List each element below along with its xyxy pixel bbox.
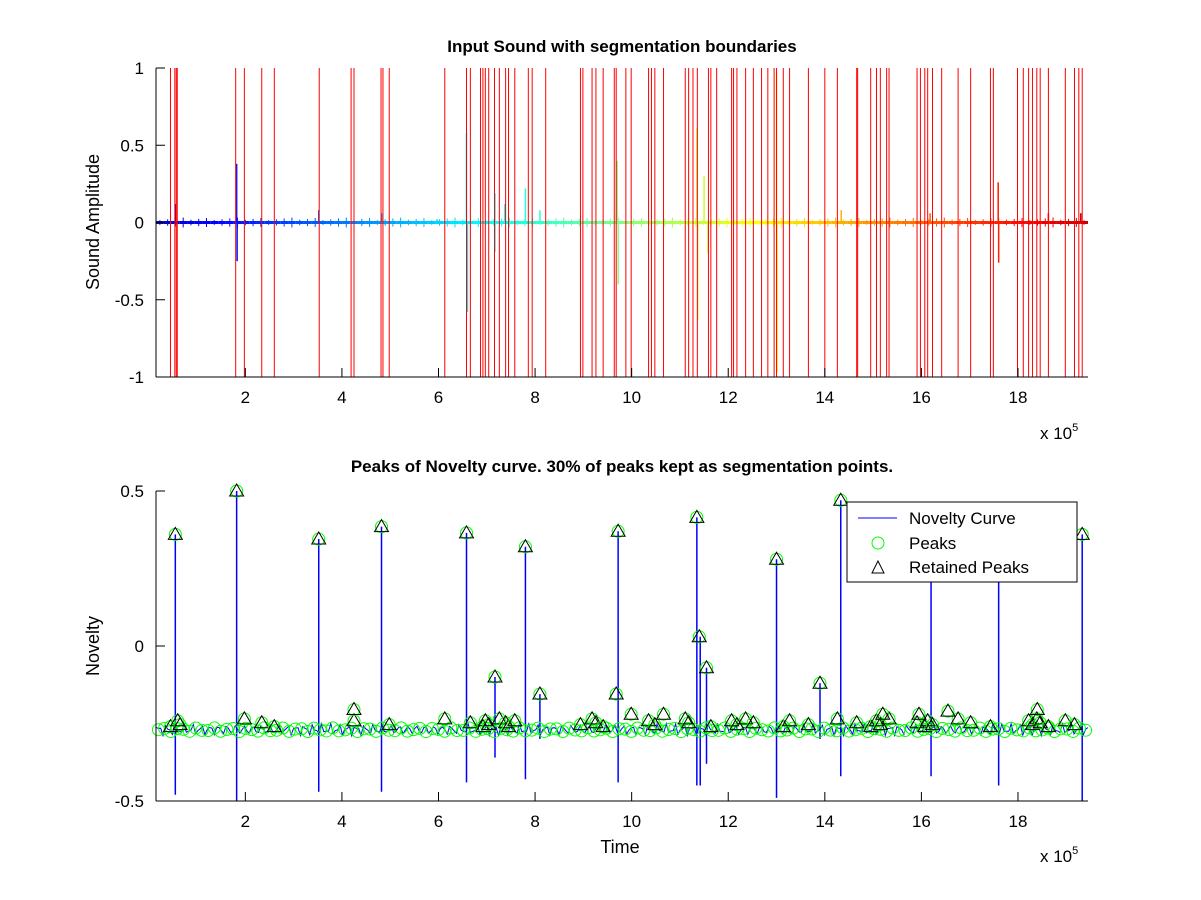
bottom-y-tick-label: -0.5 <box>115 792 144 811</box>
top-x-tick-label: 4 <box>337 388 346 407</box>
top-y-tick-label: 0.5 <box>120 136 144 155</box>
top-y-tick-label: 1 <box>135 59 144 78</box>
bottom-y-tick-label: 0 <box>135 637 144 656</box>
bottom-y-tick-label: 0.5 <box>120 482 144 501</box>
top-axes: Input Sound with segmentation boundaries… <box>83 37 1088 443</box>
top-x-tick-label: 16 <box>912 388 931 407</box>
top-x-tick-label: 8 <box>530 388 539 407</box>
top-y-axis-label: Sound Amplitude <box>83 154 103 290</box>
legend: Novelty Curve Peaks Retained Peaks <box>846 501 1078 583</box>
figure: Input Sound with segmentation boundaries… <box>83 37 1093 866</box>
bottom-x-tick-label: 18 <box>1009 812 1028 831</box>
bottom-x-tick-label: 8 <box>530 812 539 831</box>
legend-label-novelty: Novelty Curve <box>909 509 1016 528</box>
top-y-tick-label: -0.5 <box>115 291 144 310</box>
bottom-chart-title: Peaks of Novelty curve. 30% of peaks kep… <box>351 457 893 476</box>
top-x-tick-label: 12 <box>719 388 738 407</box>
bottom-x-tick-label: 12 <box>719 812 738 831</box>
top-x-tick-label: 14 <box>815 388 834 407</box>
bottom-y-axis-label: Novelty <box>83 616 103 676</box>
top-chart-title: Input Sound with segmentation boundaries <box>447 37 796 56</box>
top-y-tick-label: 0 <box>135 214 144 233</box>
bottom-x-tick-label: 4 <box>337 812 346 831</box>
bottom-x-tick-label: 16 <box>912 812 931 831</box>
legend-label-peaks: Peaks <box>909 534 956 553</box>
bottom-x-axis-label: Time <box>600 837 639 857</box>
bottom-x-tick-label: 14 <box>815 812 834 831</box>
bottom-x-tick-label: 2 <box>241 812 250 831</box>
bottom-x-multiplier: x 105 <box>1040 845 1078 866</box>
bottom-x-tick-label: 6 <box>434 812 443 831</box>
top-y-tick-label: -1 <box>129 368 144 387</box>
legend-label-retained: Retained Peaks <box>909 558 1029 577</box>
top-x-tick-label: 2 <box>241 388 250 407</box>
bottom-x-tick-label: 10 <box>622 812 641 831</box>
top-x-tick-label: 10 <box>622 388 641 407</box>
top-x-tick-label: 18 <box>1009 388 1028 407</box>
top-x-multiplier: x 105 <box>1040 422 1078 443</box>
bottom-axes: Peaks of Novelty curve. 30% of peaks kep… <box>83 457 1093 866</box>
top-x-tick-label: 6 <box>434 388 443 407</box>
